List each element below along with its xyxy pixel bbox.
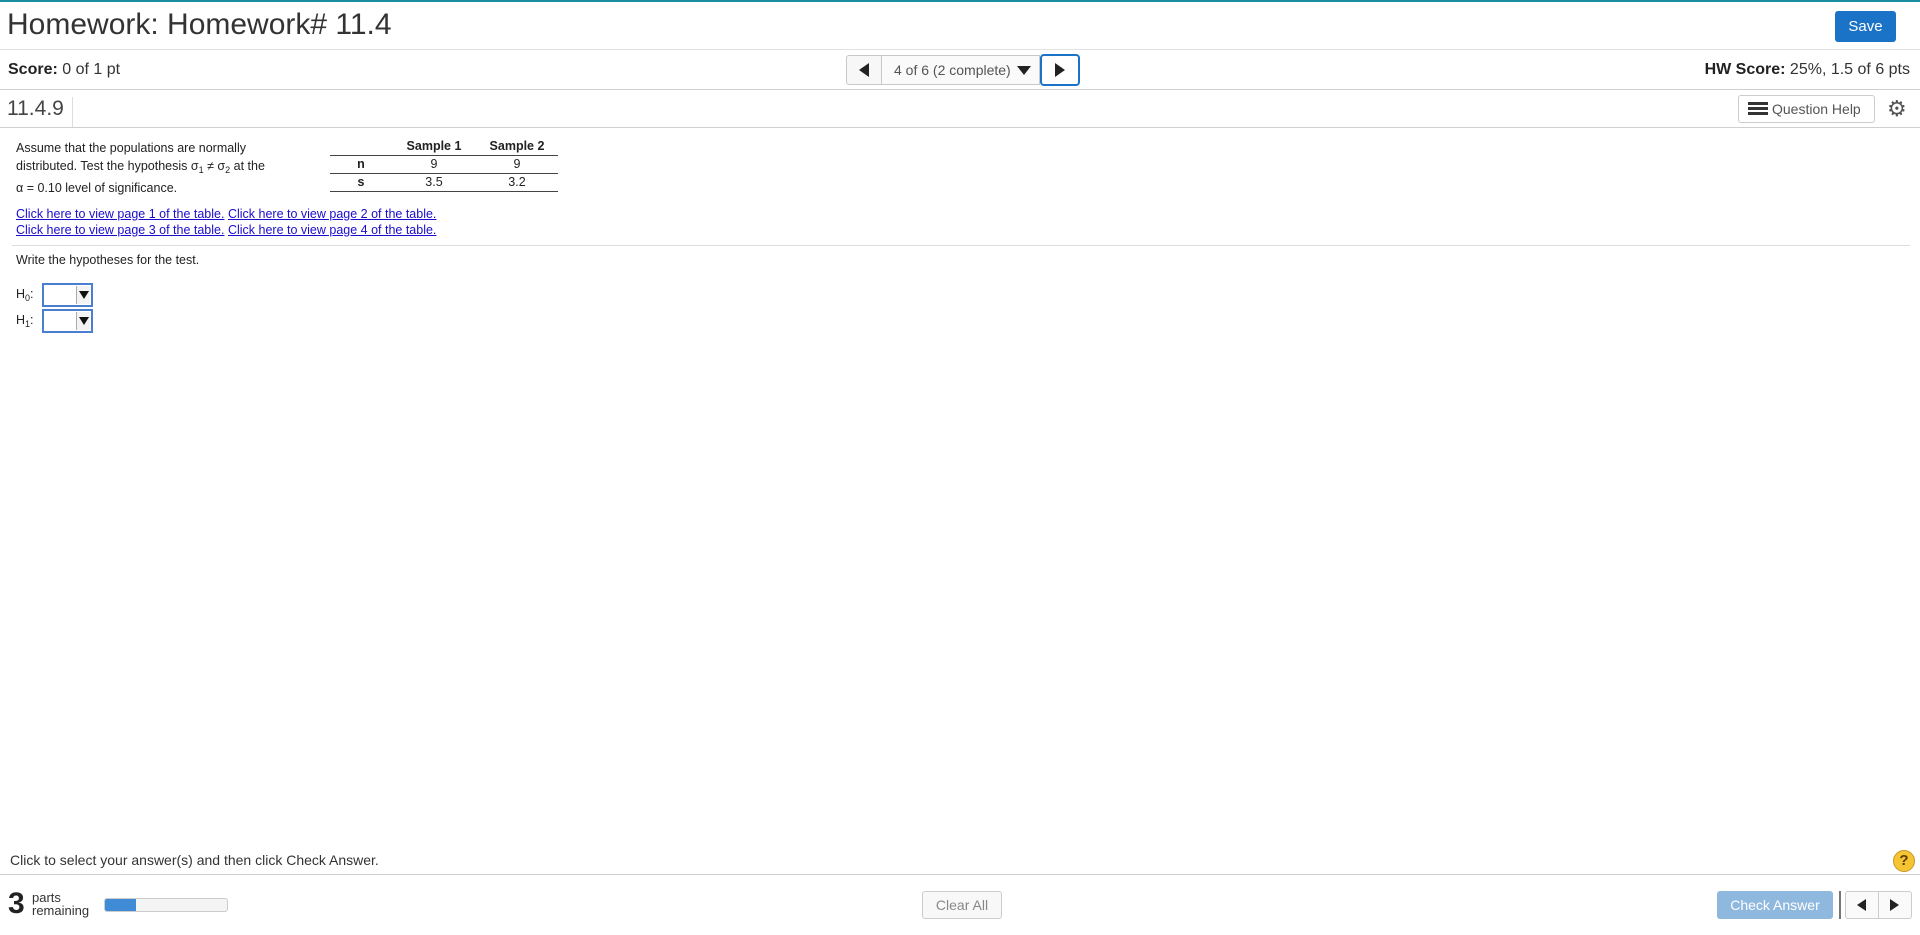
table-page-4-link[interactable]: Click here to view page 4 of the table. (228, 223, 436, 237)
dropdown-arrow-icon (76, 286, 90, 304)
table-cell: 9 (476, 155, 558, 174)
page-title: Homework: Homework# 11.4 (7, 8, 392, 41)
clear-all-button[interactable]: Clear All (922, 891, 1002, 919)
question-navigator: 4 of 6 (2 complete) (846, 54, 1080, 86)
table-header-row: Sample 1 Sample 2 (330, 138, 558, 156)
sample-data-table: Sample 1 Sample 2 n 9 9 s 3.5 3.2 (330, 138, 558, 192)
gear-icon[interactable]: ⚙ (1887, 95, 1907, 123)
next-question-button[interactable] (1040, 54, 1080, 86)
list-icon (1748, 102, 1768, 116)
arrow-right-icon (1055, 63, 1065, 77)
question-text-line: α = 0.10 level of significance. (16, 181, 178, 195)
question-text-line: Assume that the populations are normally (16, 141, 246, 155)
null-hypothesis-row: H0: (16, 283, 93, 307)
table-cell: 3.2 (476, 173, 558, 192)
alternative-hypothesis-dropdown[interactable] (42, 309, 93, 333)
table-cell: n (330, 155, 392, 174)
table-page-2-link[interactable]: Click here to view page 2 of the table. (228, 207, 436, 221)
table-row: n 9 9 (330, 155, 558, 174)
question-number: 11.4.9 (7, 97, 73, 127)
arrow-right-icon (1890, 899, 1900, 911)
parts-remaining-count: 3 (8, 887, 25, 920)
question-position: 4 of 6 (2 complete) (894, 62, 1011, 78)
parts-progress-bar (104, 898, 228, 912)
hw-score-label: HW Score: (1704, 61, 1786, 78)
footer-bar: 3 parts remaining Clear All Check Answer (0, 874, 1920, 935)
question-text: Assume that the populations are normally… (16, 139, 306, 197)
dropdown-arrow-icon (76, 312, 90, 330)
arrow-left-icon (859, 63, 869, 77)
hw-score: HW Score: 25%, 1.5 of 6 pts (1705, 61, 1910, 79)
check-answer-button[interactable]: Check Answer (1717, 891, 1833, 919)
question-text-line: distributed. Test the hypothesis σ1 ≠ σ2… (16, 159, 265, 175)
table-cell: s (330, 173, 392, 192)
caret-down-icon (1016, 65, 1031, 75)
answer-prompt: Write the hypotheses for the test. (16, 253, 200, 267)
table-row: s 3.5 3.2 (330, 173, 558, 192)
parts-remaining-label: parts remaining (32, 890, 90, 918)
table-header: Sample 1 (392, 138, 476, 156)
question-select-dropdown[interactable]: 4 of 6 (2 complete) (882, 55, 1040, 85)
progress-fill (105, 899, 136, 911)
question-bar: 11.4.9 Question Help ⚙ (0, 90, 1920, 128)
footer-question-nav (1845, 891, 1912, 919)
table-header: Sample 2 (476, 138, 558, 156)
footer-previous-button[interactable] (1846, 892, 1879, 918)
score-label: Score: (8, 61, 58, 78)
table-page-1-link[interactable]: Click here to view page 1 of the table. (16, 207, 224, 221)
footer-separator (1839, 891, 1841, 919)
previous-question-button[interactable] (846, 55, 882, 85)
section-divider (12, 245, 1910, 246)
table-cell: 9 (392, 155, 476, 174)
alternative-hypothesis-row: H1: (16, 309, 93, 333)
table-page-3-link[interactable]: Click here to view page 3 of the table. (16, 223, 224, 237)
footer-next-button[interactable] (1879, 892, 1912, 918)
save-button[interactable]: Save (1835, 11, 1896, 42)
page-header: Homework: Homework# 11.4 Save (0, 2, 1920, 50)
null-hypothesis-dropdown[interactable] (42, 283, 93, 307)
question-help-button[interactable]: Question Help (1738, 95, 1875, 123)
table-header (330, 138, 392, 156)
question-score: Score: 0 of 1 pt (8, 61, 120, 79)
alternative-hypothesis-label: H1: (16, 313, 34, 329)
footer-instruction: Click to select your answer(s) and then … (10, 852, 379, 868)
question-help-label: Question Help (1772, 101, 1861, 117)
score-value: 0 of 1 pt (62, 61, 121, 78)
table-cell: 3.5 (392, 173, 476, 192)
table-links: Click here to view page 1 of the table. … (16, 206, 436, 238)
hw-score-value: 25%, 1.5 of 6 pts (1789, 61, 1910, 78)
arrow-left-icon (1857, 899, 1867, 911)
help-icon[interactable]: ? (1893, 850, 1915, 872)
null-hypothesis-label: H0: (16, 287, 34, 303)
score-bar: Score: 0 of 1 pt 4 of 6 (2 complete) HW … (0, 50, 1920, 90)
